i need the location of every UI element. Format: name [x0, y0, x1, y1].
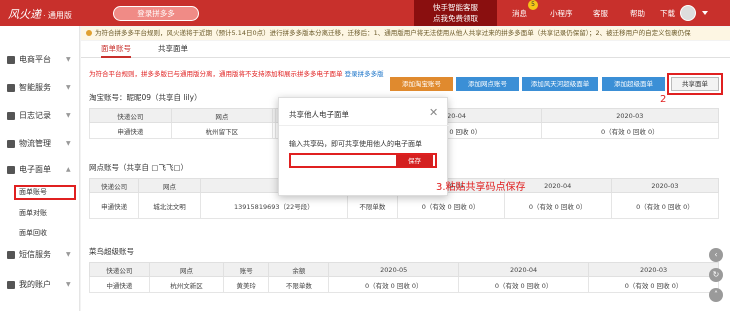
tab-bar: 面单账号 共享面单	[81, 41, 730, 58]
sidebar-sub-reconcile[interactable]: 面单对账	[0, 206, 80, 221]
chevron-down-icon: ▼	[66, 140, 71, 147]
nav-download[interactable]: 下载	[660, 8, 675, 19]
top-bar: 风火递 · 通用版 登录拼多多 快手智能客服 点我免费领取 消息 5 小程序 客服 …	[0, 0, 730, 26]
section-cainiao: 菜鸟超级账号	[89, 247, 134, 256]
promo-banner[interactable]: 快手智能客服 点我免费领取	[414, 0, 497, 26]
log-icon	[7, 112, 15, 120]
highlight-box	[667, 73, 723, 95]
sidebar-item-account[interactable]: 我的账户 ▼	[0, 275, 80, 295]
chevron-down-icon: ▼	[66, 251, 71, 258]
add-network-button[interactable]: 添加网点账号	[456, 77, 519, 91]
chevron-left-icon[interactable]: ‹	[709, 248, 723, 262]
refresh-icon[interactable]: ↻	[709, 268, 723, 282]
add-ft-super-button[interactable]: 添加风天河超级面单	[522, 77, 598, 91]
waybill-icon	[7, 166, 15, 174]
sidebar-item-logistics[interactable]: 物流管理 ▼	[0, 134, 80, 154]
save-button[interactable]: 保存	[396, 155, 433, 167]
chevron-down-icon: ▼	[66, 281, 71, 288]
table-row: 申通快递 城北沈文明 13915819693（22号段） 不限单数 0（有效 0 回收 …	[88, 192, 720, 219]
sidebar: 电商平台 ▼ 智能服务 ▼ 日志记录 ▼ 物流管理 ▼ 电子面单 ▲ 面单账号 面单对账 …	[0, 26, 80, 311]
truck-icon	[7, 140, 15, 148]
close-icon[interactable]: ✕	[429, 106, 438, 119]
app-logo: 风火递 · 通用版	[8, 8, 72, 21]
warning-text: 为符合平台规则，拼多多版已与通用版分离，通用版将不支持添加和展示拼多多电子面单 …	[89, 70, 384, 78]
smart-icon	[7, 84, 15, 92]
section-taobao: 淘宝账号：昵昵09（共享自 lily）	[89, 93, 202, 102]
add-super-button[interactable]: 添加超级面单	[602, 77, 665, 91]
table-row: 中通快递 杭州文新区 黄美玲 不限单数 0（有效 0 回收 0） 0（有效 0 回收 0）…	[89, 276, 719, 293]
login-pdd-link[interactable]: 登录拼多多版	[345, 70, 384, 78]
sidebar-item-waybill[interactable]: 电子面单 ▲	[0, 160, 80, 180]
nav-help[interactable]: 帮助	[630, 8, 645, 19]
chevron-down-icon[interactable]	[702, 11, 708, 15]
chevron-up-icon[interactable]: ˄	[709, 288, 723, 302]
sidebar-sub-account[interactable]: 面单账号	[14, 185, 76, 200]
sidebar-item-ecommerce[interactable]: 电商平台 ▼	[0, 50, 80, 70]
annotation-2: 2	[660, 94, 667, 105]
table-cainiao: 快递公司 网点 账号 余额 2020-05 2020-04 2020-03 中通快递 杭州文新…	[89, 262, 719, 293]
tab-shared[interactable]: 共享面单	[158, 41, 188, 58]
user-icon	[7, 281, 15, 289]
chevron-up-icon: ▲	[66, 166, 71, 173]
sidebar-sub-recycle[interactable]: 面单回收	[0, 226, 80, 241]
sidebar-item-sms[interactable]: 短信服务 ▼	[0, 245, 80, 265]
share-modal: 共享他人电子面单 ✕ 输入共享码，即可共享使用他人的电子面单 保存	[278, 97, 449, 196]
chevron-down-icon: ▼	[66, 84, 71, 91]
chevron-down-icon: ▼	[66, 112, 71, 119]
chevron-down-icon: ▼	[66, 56, 71, 63]
store-icon	[7, 56, 15, 64]
notice-bar: 为符合拼多多平台规则，风火递将于近期（预计5.14日0点）进行拼多多版本分离迁移…	[81, 27, 730, 40]
add-taobao-button[interactable]: 添加淘宝账号	[390, 77, 453, 91]
section-network: 网点账号（共享自 ▢飞飞▢）	[89, 163, 189, 172]
sidebar-item-logs[interactable]: 日志记录 ▼	[0, 106, 80, 126]
annotation-3: 3.粘贴共享码点保存	[436, 182, 526, 193]
nav-miniprogram[interactable]: 小程序	[550, 8, 573, 19]
tab-account[interactable]: 面单账号	[101, 41, 131, 58]
message-badge: 5	[528, 0, 538, 10]
nav-messages[interactable]: 消息	[512, 8, 527, 19]
sms-icon	[7, 251, 15, 259]
divider	[279, 125, 449, 126]
login-pdd-button[interactable]: 登录拼多多	[113, 6, 199, 21]
modal-title: 共享他人电子面单	[289, 110, 349, 119]
sidebar-item-smart[interactable]: 智能服务 ▼	[0, 78, 80, 98]
nav-service[interactable]: 客服	[593, 8, 608, 19]
avatar[interactable]	[680, 5, 696, 21]
modal-label: 输入共享码，即可共享使用他人的电子面单	[289, 140, 422, 148]
